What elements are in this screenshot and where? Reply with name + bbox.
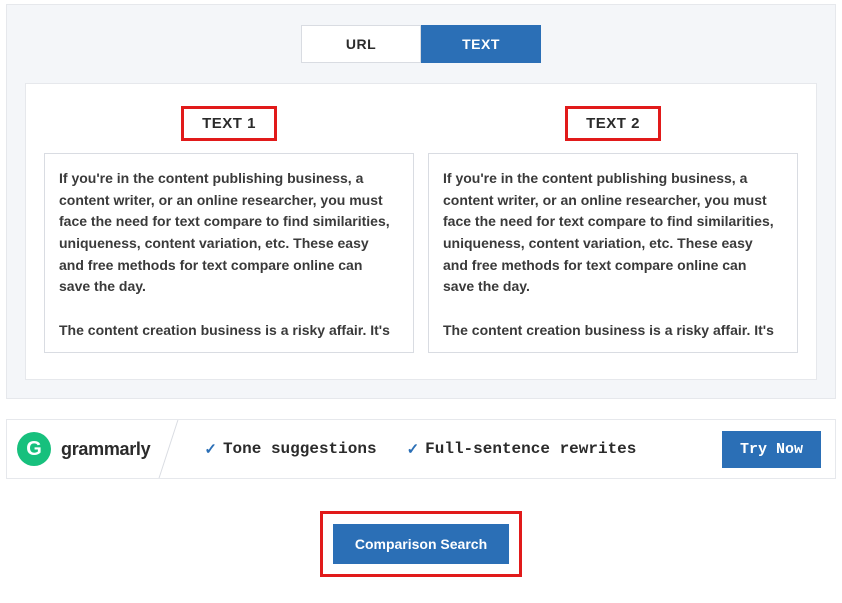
feature-rewrites-label: Full-sentence rewrites [425,440,636,458]
text2-input[interactable] [429,154,797,352]
tab-url[interactable]: URL [301,25,421,63]
text2-box [428,153,798,353]
text1-input[interactable] [45,154,413,352]
grammarly-ad: G grammarly ✓ Tone suggestions ✓ Full-se… [6,419,836,479]
text-input-panel: TEXT 1 TEXT 2 [25,83,817,380]
search-highlight: Comparison Search [320,511,522,577]
feature-tone: ✓ Tone suggestions [204,440,376,459]
input-mode-tabs: URL TEXT [25,25,817,63]
grammarly-brand-name: grammarly [61,439,150,460]
comparison-search-button[interactable]: Comparison Search [333,524,509,564]
try-now-button[interactable]: Try Now [722,431,821,468]
check-icon: ✓ [204,440,217,459]
divider [155,419,211,479]
text2-header: TEXT 2 [565,106,661,141]
text1-box [44,153,414,353]
tab-text[interactable]: TEXT [421,25,541,63]
check-icon: ✓ [407,440,420,459]
grammarly-logo-icon: G [17,432,51,466]
feature-tone-label: Tone suggestions [223,440,377,458]
main-panel: URL TEXT TEXT 1 TEXT 2 [6,4,836,399]
search-section: Comparison Search [0,511,842,577]
feature-rewrites: ✓ Full-sentence rewrites [407,440,637,459]
text1-header: TEXT 1 [181,106,277,141]
